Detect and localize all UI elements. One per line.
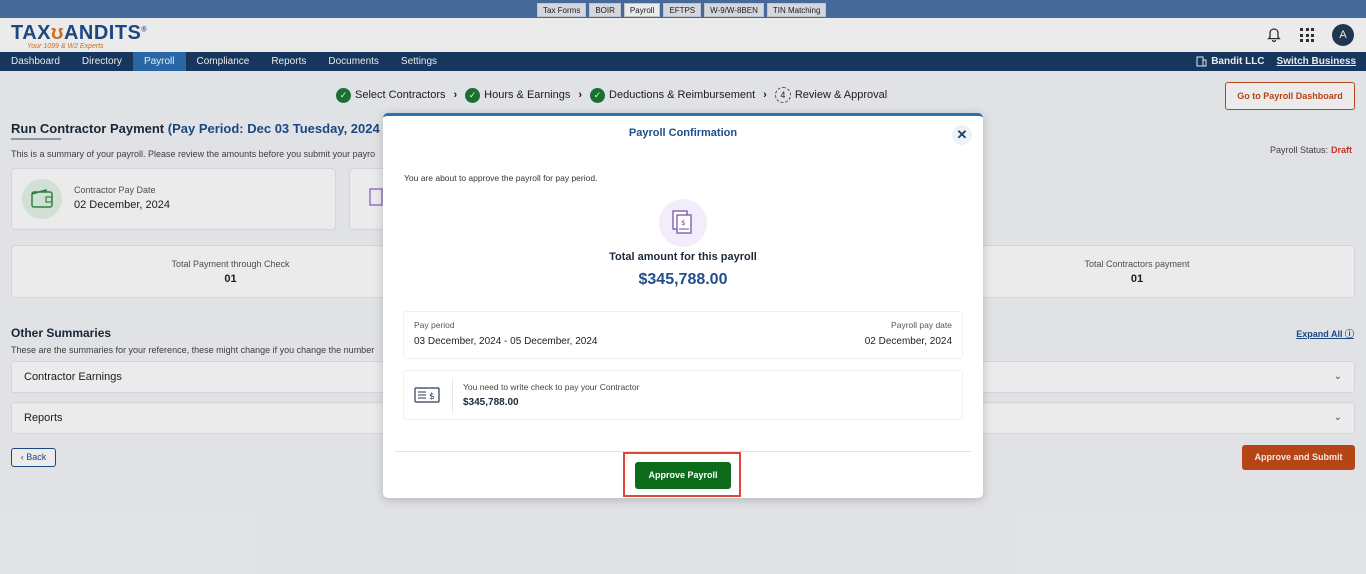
check-info-box: $ You need to write check to pay your Co…: [403, 370, 963, 420]
close-icon[interactable]: ✕: [952, 125, 972, 145]
check-amount: $345,788.00: [463, 397, 519, 408]
approve-payroll-button[interactable]: Approve Payroll: [635, 462, 731, 489]
check-document-icon: $: [659, 199, 707, 247]
pay-date-label: Payroll pay date: [891, 320, 952, 330]
pay-period-label: Pay period: [414, 320, 455, 330]
total-amount-value: $345,788.00: [638, 271, 728, 288]
divider: [452, 379, 453, 413]
payroll-confirmation-modal: Payroll Confirmation ✕ You are about to …: [383, 113, 983, 498]
modal-intro: You are about to approve the payroll for…: [404, 173, 598, 183]
total-amount-label: Total amount for this payroll: [609, 251, 757, 263]
check-icon: $: [414, 387, 440, 403]
svg-text:$: $: [681, 219, 685, 227]
modal-title: Payroll Confirmation: [628, 127, 738, 139]
pay-date-value: 02 December, 2024: [864, 336, 952, 347]
pay-period-value: 03 December, 2024 - 05 December, 2024: [414, 336, 598, 347]
check-note: You need to write check to pay your Cont…: [463, 382, 640, 392]
svg-text:$: $: [429, 392, 435, 402]
pay-period-box: Pay period 03 December, 2024 - 05 Decemb…: [403, 311, 963, 359]
